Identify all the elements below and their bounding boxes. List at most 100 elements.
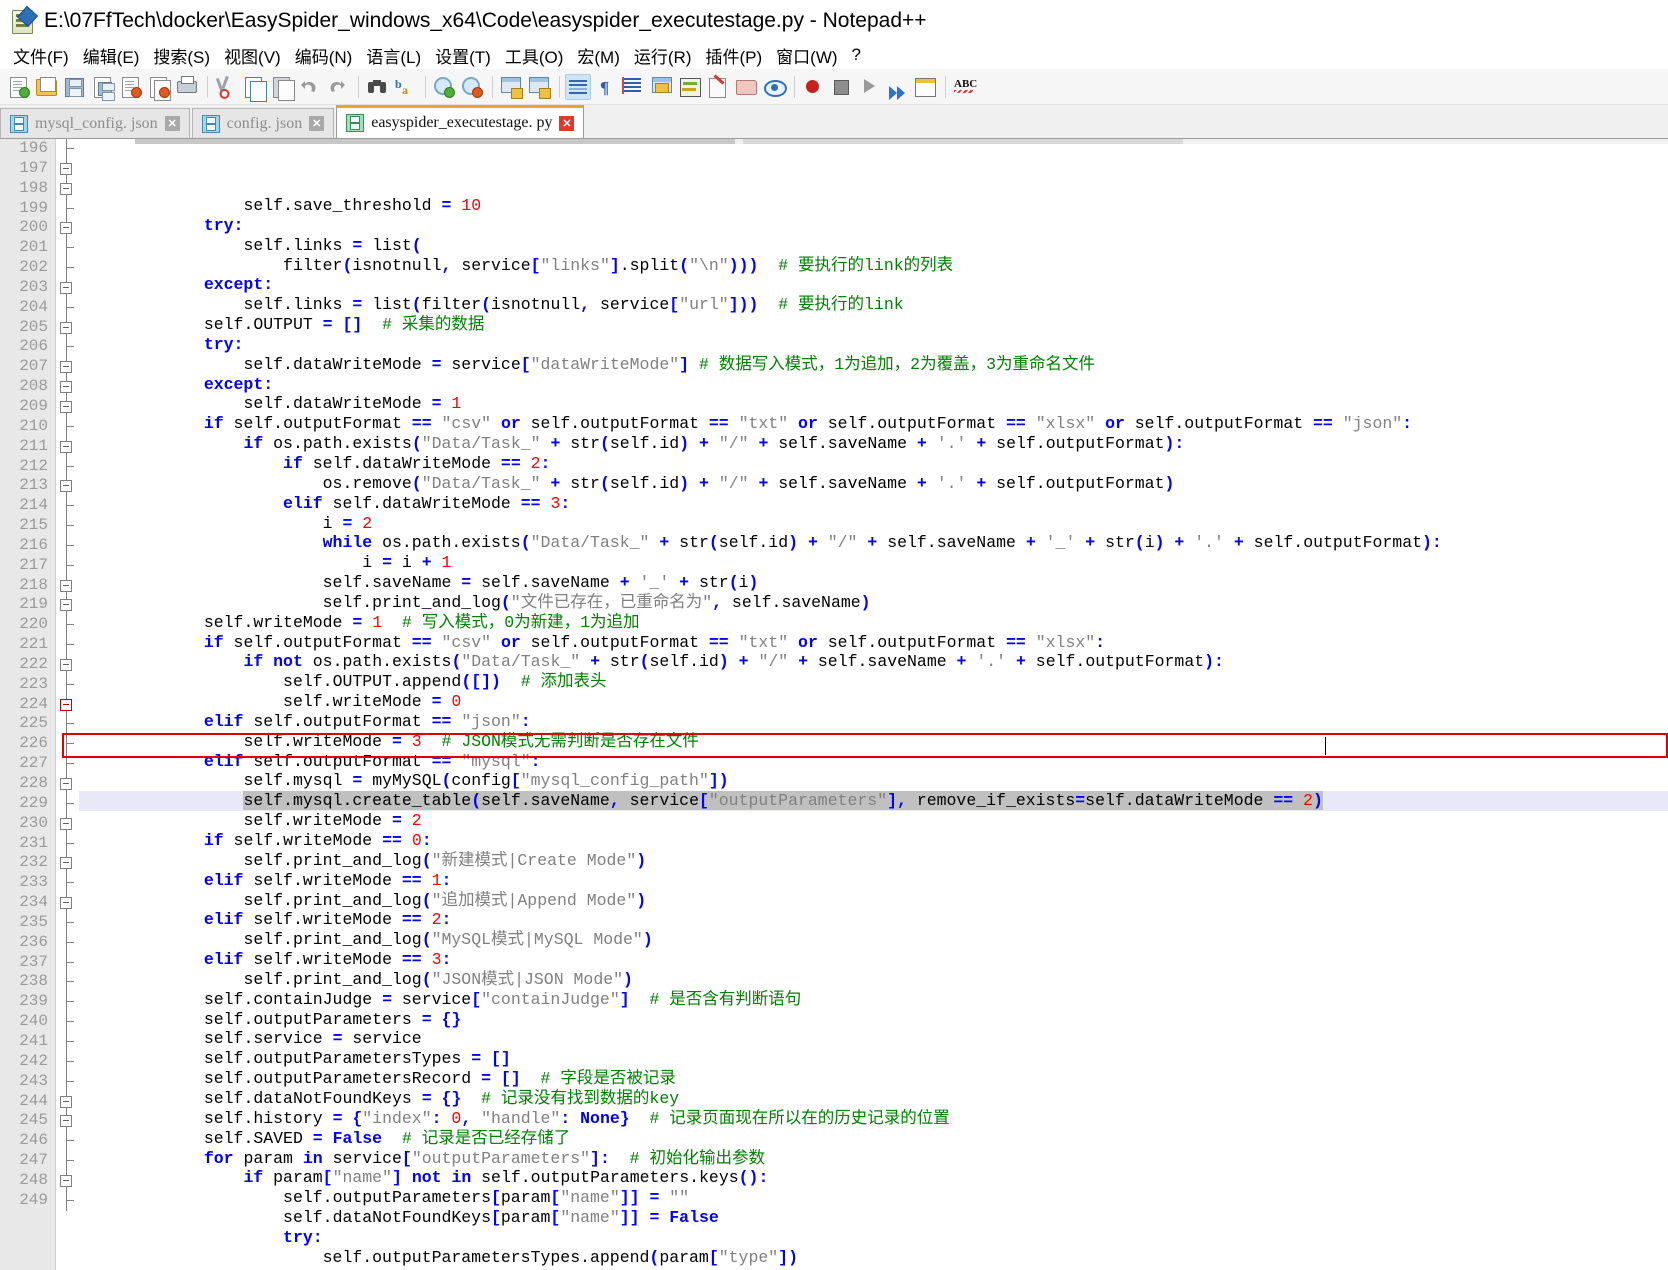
code-line[interactable]: self.print_and_log("文件已存在，已重命名为", self.s… [79, 593, 1668, 613]
menu-tools[interactable]: 工具(O) [498, 41, 571, 70]
code-line[interactable]: try: [79, 216, 1668, 236]
code-line[interactable]: i = 2 [79, 514, 1668, 534]
fold-marker[interactable] [56, 992, 78, 1013]
fold-marker[interactable] [56, 734, 78, 755]
open-file-icon[interactable] [34, 74, 60, 100]
save-icon[interactable] [62, 74, 88, 100]
fold-marker[interactable] [56, 1071, 78, 1092]
code-line[interactable]: os.remove("Data/Task_" + str(self.id) + … [79, 474, 1668, 494]
fold-marker[interactable] [56, 1111, 78, 1132]
fold-marker[interactable] [56, 952, 78, 973]
code-line[interactable]: self.OUTPUT.append([]) # 添加表头 [79, 672, 1668, 692]
fold-marker[interactable] [56, 496, 78, 517]
code-line[interactable]: elif self.writeMode == 1: [79, 871, 1668, 891]
fold-marker[interactable] [56, 754, 78, 774]
fold-marker[interactable] [56, 972, 78, 993]
code-line[interactable]: if param["name"] not in self.outputParam… [79, 1168, 1668, 1188]
tab-close-icon[interactable]: ✕ [164, 116, 180, 131]
code-line[interactable]: self.containJudge = service["containJudg… [79, 990, 1668, 1010]
fold-marker[interactable] [56, 873, 78, 894]
new-file-icon[interactable] [6, 74, 32, 100]
print-icon[interactable] [174, 74, 200, 100]
tab-config-json[interactable]: config. json ✕ [191, 108, 335, 138]
code-line[interactable]: except: [79, 375, 1668, 395]
code-line[interactable]: self.history = {"index": 0, "handle": No… [79, 1109, 1668, 1129]
fold-marker[interactable] [56, 456, 78, 477]
fold-marker[interactable] [56, 555, 78, 576]
code-line[interactable]: elif self.writeMode == 2: [79, 910, 1668, 930]
replace-icon[interactable]: ba [392, 74, 418, 100]
fold-marker[interactable] [56, 1151, 78, 1171]
word-wrap-icon[interactable] [565, 73, 591, 100]
code-line[interactable]: self.outputParametersTypes.append(param[… [79, 1248, 1668, 1268]
macro-record-icon[interactable] [800, 74, 826, 100]
code-line[interactable]: self.writeMode = 2 [79, 811, 1668, 831]
code-line[interactable]: self.outputParameters[param["name"]] = "… [79, 1188, 1668, 1208]
menu-run[interactable]: 运行(R) [627, 41, 699, 70]
fold-marker[interactable] [56, 813, 78, 834]
fold-marker[interactable] [56, 317, 78, 338]
code-line[interactable]: elif self.outputFormat == "json": [79, 712, 1668, 732]
fold-marker[interactable] [56, 575, 78, 596]
code-line[interactable]: self.dataNotFoundKeys = {} # 记录没有找到数据的ke… [79, 1089, 1668, 1109]
code-line[interactable]: if self.outputFormat == "csv" or self.ou… [79, 414, 1668, 434]
code-folding-margin[interactable] [56, 139, 79, 1270]
show-all-characters-icon[interactable]: ¶ [593, 74, 619, 100]
fold-marker[interactable] [56, 258, 78, 278]
macro-run-multiple-icon[interactable] [884, 74, 910, 100]
code-line[interactable]: elif self.dataWriteMode == 3: [79, 494, 1668, 514]
fold-marker[interactable] [56, 377, 78, 397]
copy-icon[interactable] [241, 74, 267, 102]
fold-marker[interactable] [56, 158, 78, 179]
sync-vertical-scroll-icon[interactable] [498, 74, 524, 100]
save-all-icon[interactable] [90, 74, 116, 101]
fold-marker[interactable] [56, 1170, 78, 1191]
fold-marker[interactable] [56, 1051, 78, 1072]
fold-marker[interactable] [56, 396, 78, 417]
menu-language[interactable]: 语言(L) [359, 41, 428, 70]
code-line[interactable]: self.writeMode = 3 # JSON模式无需判断是否存在文件 [79, 732, 1668, 752]
menu-window[interactable]: 窗口(W) [769, 41, 844, 70]
code-line[interactable]: self.print_and_log("JSON模式|JSON Mode") [79, 970, 1668, 990]
code-line[interactable]: try: [79, 335, 1668, 355]
menu-view[interactable]: 视图(V) [217, 41, 288, 70]
fold-marker[interactable] [56, 853, 78, 874]
code-line[interactable]: self.OUTPUT = [] # 采集的数据 [79, 315, 1668, 335]
fold-marker[interactable] [56, 595, 78, 616]
fold-marker[interactable] [56, 357, 78, 378]
code-line[interactable]: self.saveName = self.saveName + '_' + st… [79, 573, 1668, 593]
code-line[interactable]: self.print_and_log("追加模式|Append Mode") [79, 891, 1668, 911]
tab-easyspider-executestage-py[interactable]: easyspider_executestage. py ✕ [336, 105, 585, 138]
close-all-icon[interactable] [146, 74, 172, 101]
code-line[interactable]: self.print_and_log("新建模式|Create Mode") [79, 851, 1668, 871]
undo-icon[interactable] [297, 74, 323, 100]
fold-marker[interactable] [56, 1091, 78, 1112]
code-line[interactable]: if self.dataWriteMode == 2: [79, 454, 1668, 474]
menu-plugins[interactable]: 插件(P) [698, 41, 769, 70]
spell-check-icon[interactable]: ABC [951, 74, 977, 100]
fold-marker[interactable] [56, 893, 78, 913]
menu-macro[interactable]: 宏(M) [570, 41, 626, 70]
menu-search[interactable]: 搜索(S) [146, 41, 217, 70]
function-list-icon[interactable] [705, 74, 731, 100]
code-line[interactable]: self.mysql = myMySQL(config["mysql_confi… [79, 771, 1668, 791]
redo-icon[interactable] [325, 74, 351, 100]
fold-marker[interactable] [56, 535, 78, 556]
fold-marker[interactable] [56, 178, 78, 199]
code-line[interactable]: self.mysql.create_table(self.saveName, s… [79, 791, 1668, 812]
code-line[interactable]: self.dataWriteMode = 1 [79, 394, 1668, 414]
macro-play-icon[interactable] [856, 74, 882, 100]
monitoring-icon[interactable] [761, 74, 787, 100]
tab-mysql-config-json[interactable]: mysql_config. json ✕ [0, 108, 190, 138]
menu-file[interactable]: 文件(F) [6, 41, 76, 70]
fold-marker[interactable] [56, 297, 78, 318]
fold-marker[interactable] [56, 416, 78, 437]
fold-marker[interactable] [56, 139, 78, 159]
fold-marker[interactable] [56, 635, 78, 655]
code-line[interactable]: self.writeMode = 0 [79, 692, 1668, 712]
fold-marker[interactable] [56, 198, 78, 219]
code-line[interactable]: elif self.writeMode == 3: [79, 950, 1668, 970]
code-line[interactable]: filter(isnotnull, service["links"].split… [79, 256, 1668, 276]
code-line[interactable]: if self.writeMode == 0: [79, 831, 1668, 851]
fold-marker[interactable] [56, 774, 78, 794]
